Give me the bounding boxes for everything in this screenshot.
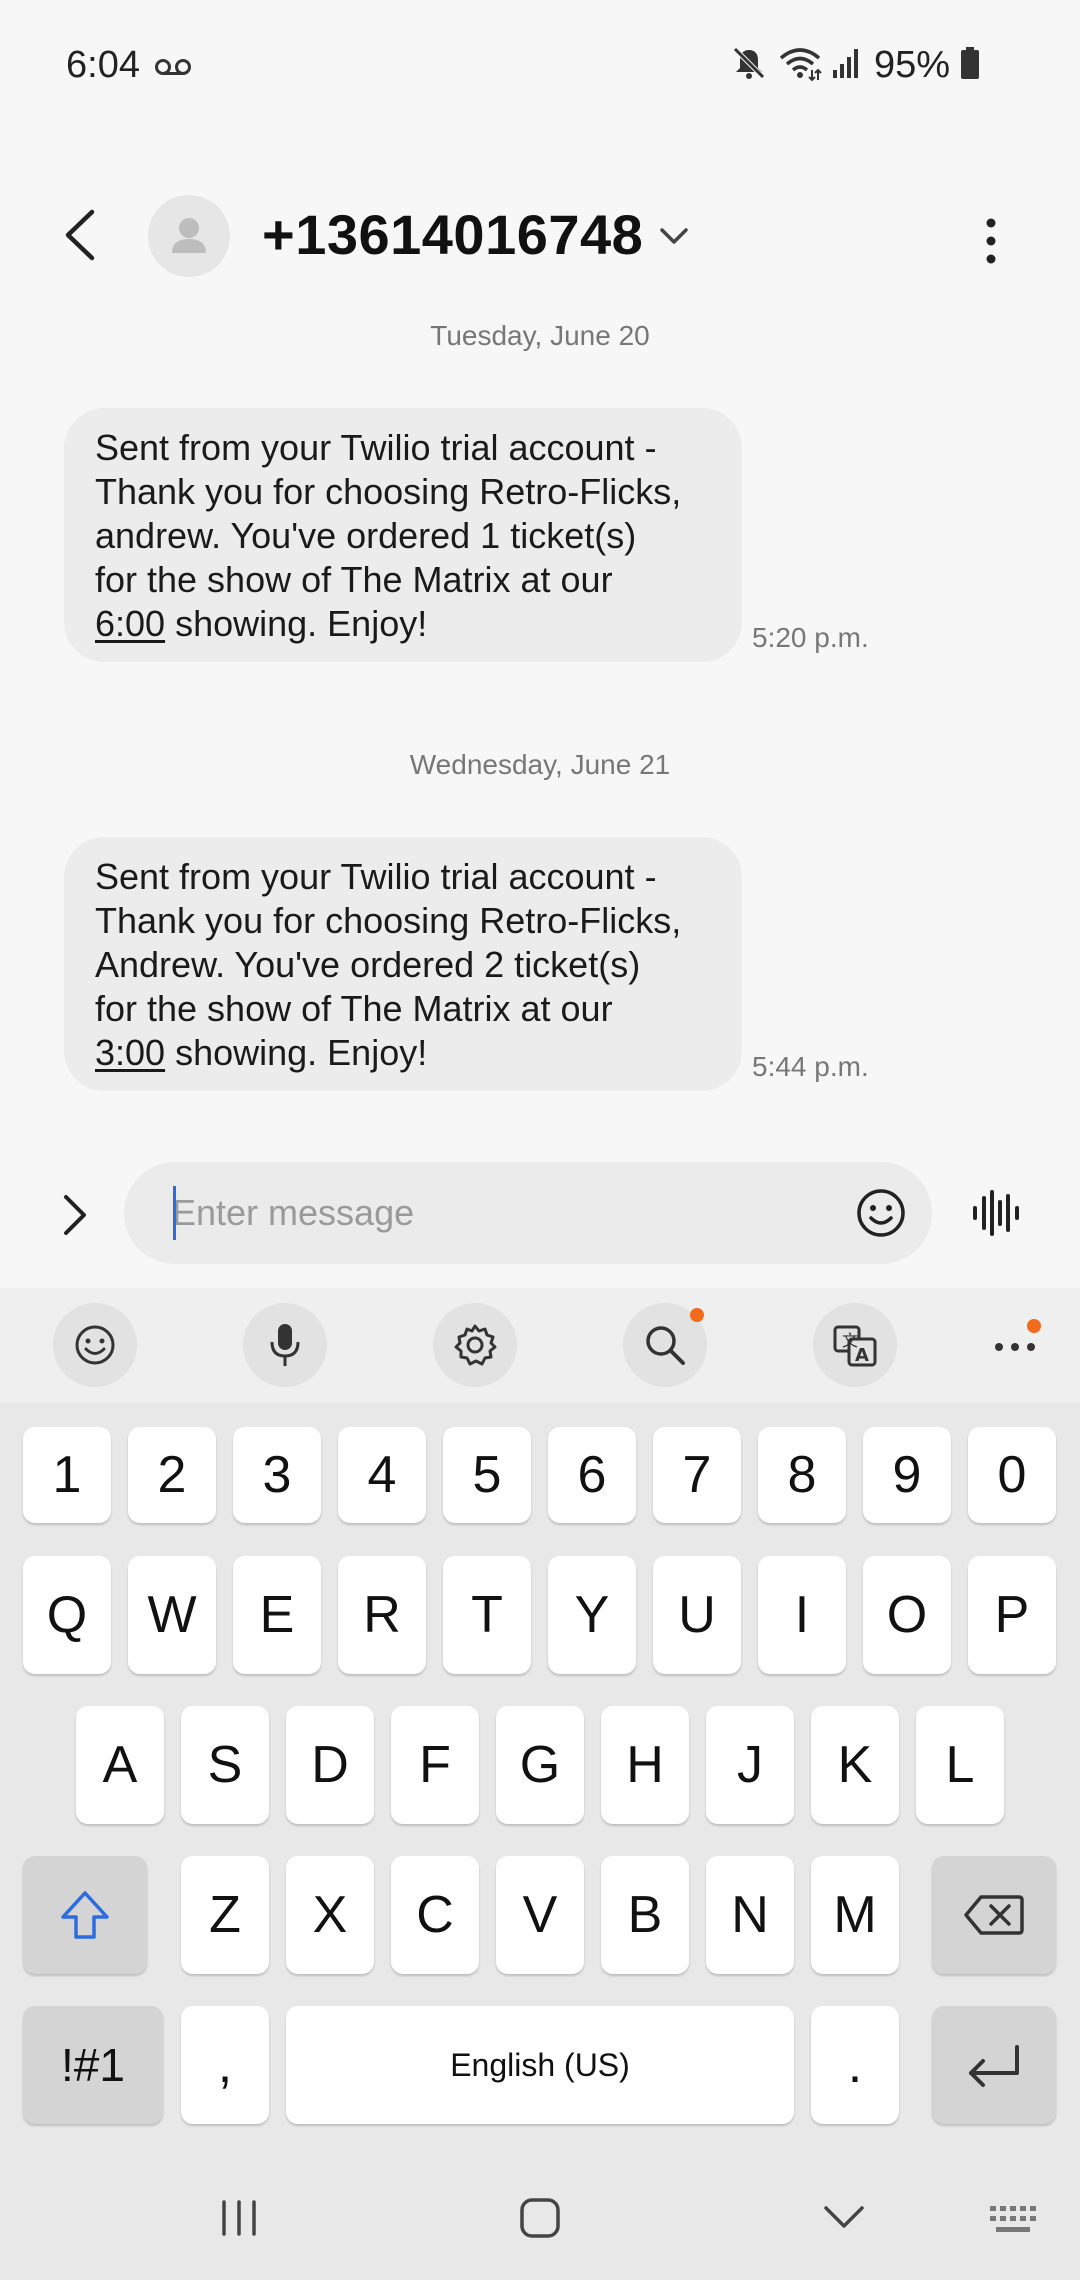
key-0[interactable]: 0	[968, 1427, 1056, 1523]
key-r[interactable]: R	[338, 1556, 426, 1674]
key-w[interactable]: W	[128, 1556, 216, 1674]
key-5[interactable]: 5	[443, 1427, 531, 1523]
key-i[interactable]: I	[758, 1556, 846, 1674]
key-x[interactable]: X	[286, 1856, 374, 1974]
symbols-key[interactable]: !#1	[23, 2006, 163, 2124]
back-button[interactable]	[52, 200, 112, 270]
avatar[interactable]	[148, 195, 230, 277]
shift-key[interactable]	[23, 1856, 147, 1974]
text-cursor	[173, 1186, 176, 1240]
key-v[interactable]: V	[496, 1856, 584, 1974]
signal-icon	[832, 46, 864, 85]
message-line: for the show of The Matrix at our	[95, 559, 613, 600]
chevron-down-icon[interactable]	[656, 218, 692, 259]
message-line: Thank you for choosing Retro-Flicks,	[95, 900, 682, 941]
message-input[interactable]	[172, 1162, 772, 1264]
message-bubble[interactable]: Sent from your Twilio trial account - Th…	[64, 408, 742, 662]
time-link[interactable]: 3:00	[95, 1032, 165, 1073]
key-k[interactable]: K	[811, 1706, 899, 1824]
backspace-icon	[964, 1895, 1024, 1935]
key-q[interactable]: Q	[23, 1556, 111, 1674]
message-line: andrew. You've ordered 1 ticket(s)	[95, 515, 637, 556]
message-bubble[interactable]: Sent from your Twilio trial account - Th…	[64, 837, 742, 1091]
mute-icon	[730, 44, 768, 87]
contact-name[interactable]: +13614016748	[262, 202, 643, 267]
key-9[interactable]: 9	[863, 1427, 951, 1523]
key-m[interactable]: M	[811, 1856, 899, 1974]
expand-button[interactable]	[52, 1185, 98, 1245]
key-n[interactable]: N	[706, 1856, 794, 1974]
message-line: Sent from your Twilio trial account -	[95, 856, 657, 897]
keyboard-switch-icon[interactable]	[988, 2204, 1038, 2241]
message-timestamp: 5:20 p.m.	[752, 622, 869, 653]
key-h[interactable]: H	[601, 1706, 689, 1824]
key-j[interactable]: J	[706, 1706, 794, 1824]
key-z[interactable]: Z	[181, 1856, 269, 1974]
key-b[interactable]: B	[601, 1856, 689, 1974]
conversation-header: +13614016748	[0, 180, 1080, 290]
backspace-key[interactable]	[932, 1856, 1056, 1974]
notification-dot	[1027, 1319, 1041, 1333]
key-p[interactable]: P	[968, 1556, 1056, 1674]
key-8[interactable]: 8	[758, 1427, 846, 1523]
settings-icon[interactable]	[433, 1303, 517, 1387]
notification-dot	[690, 1308, 704, 1322]
status-time: 6:04	[66, 44, 140, 86]
key-3[interactable]: 3	[233, 1427, 321, 1523]
message-timestamp: 5:44 p.m.	[752, 1051, 869, 1082]
home-icon[interactable]	[518, 2196, 562, 2245]
keyboard-toolbar: 文A	[0, 1288, 1080, 1403]
message-line: for the show of The Matrix at our	[95, 988, 613, 1029]
date-separator: Wednesday, June 21	[409, 749, 671, 780]
message-composer	[124, 1162, 932, 1264]
key-g[interactable]: G	[496, 1706, 584, 1824]
period-key[interactable]: .	[811, 2006, 899, 2124]
hide-keyboard-icon[interactable]	[822, 2202, 866, 2237]
keyboard: 1 2 3 4 5 6 7 8 9 0 Q W E R T Y U I O P …	[0, 1403, 1080, 2280]
comma-key[interactable]: ,	[181, 2006, 269, 2124]
enter-key[interactable]	[932, 2006, 1056, 2124]
key-l[interactable]: L	[916, 1706, 1004, 1824]
key-a[interactable]: A	[76, 1706, 164, 1824]
more-options-button[interactable]	[966, 206, 1016, 276]
message-tail: showing. Enjoy!	[165, 603, 428, 644]
status-bar: 6:04 95%	[0, 0, 1080, 130]
battery-percent: 95%	[873, 43, 950, 86]
key-d[interactable]: D	[286, 1706, 374, 1824]
key-6[interactable]: 6	[548, 1427, 636, 1523]
key-c[interactable]: C	[391, 1856, 479, 1974]
key-7[interactable]: 7	[653, 1427, 741, 1523]
message-tail: showing. Enjoy!	[165, 1032, 428, 1073]
time-link[interactable]: 6:00	[95, 603, 165, 644]
more-icon[interactable]	[993, 1340, 1037, 1359]
enter-icon	[969, 2045, 1019, 2087]
key-t[interactable]: T	[443, 1556, 531, 1674]
message-line: Sent from your Twilio trial account -	[95, 427, 657, 468]
key-s[interactable]: S	[181, 1706, 269, 1824]
key-e[interactable]: E	[233, 1556, 321, 1674]
wifi-icon	[778, 44, 822, 87]
key-2[interactable]: 2	[128, 1427, 216, 1523]
message-line: Andrew. You've ordered 2 ticket(s)	[95, 944, 641, 985]
voice-recorder-button[interactable]	[970, 1188, 1024, 1243]
key-u[interactable]: U	[653, 1556, 741, 1674]
translate-icon[interactable]: 文A	[813, 1303, 897, 1387]
navigation-bar	[0, 2160, 1080, 2280]
shift-icon	[61, 1891, 109, 1939]
key-1[interactable]: 1	[23, 1427, 111, 1523]
voicemail-icon	[155, 56, 191, 83]
space-key[interactable]: English (US)	[286, 2006, 794, 2124]
battery-icon	[960, 46, 980, 85]
key-o[interactable]: O	[863, 1556, 951, 1674]
emoji-icon[interactable]	[53, 1303, 137, 1387]
key-y[interactable]: Y	[548, 1556, 636, 1674]
key-4[interactable]: 4	[338, 1427, 426, 1523]
emoji-button[interactable]	[854, 1186, 908, 1245]
key-f[interactable]: F	[391, 1706, 479, 1824]
message-line: Thank you for choosing Retro-Flicks,	[95, 471, 682, 512]
date-separator: Tuesday, June 20	[430, 320, 650, 351]
recent-apps-icon[interactable]	[218, 2198, 260, 2243]
microphone-icon[interactable]	[243, 1303, 327, 1387]
svg-text:A: A	[855, 1345, 869, 1366]
